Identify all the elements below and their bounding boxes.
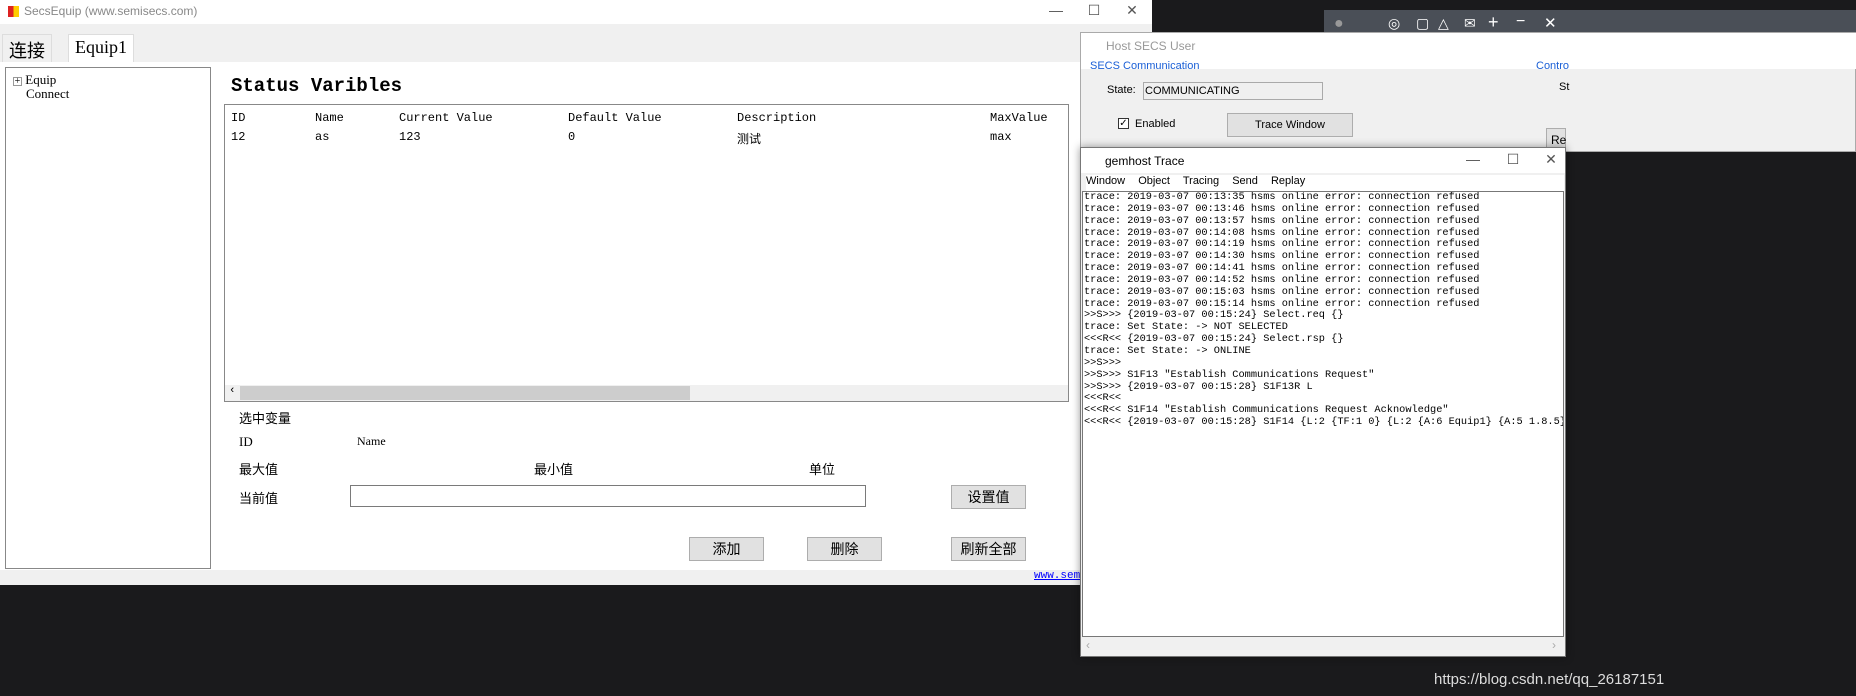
menu-object[interactable]: Object [1138,175,1170,187]
close-button[interactable]: ✕ [1112,2,1152,22]
name-label: Name [357,434,386,448]
trace-line: trace: 2019-03-07 00:13:57 hsms online e… [1084,214,1480,227]
tab-connect[interactable]: 连接 [2,34,52,62]
trace-line: trace: Set State: -> ONLINE [1084,344,1251,357]
delete-button[interactable]: 删除 [807,537,882,561]
scroll-right-icon[interactable]: › [1552,638,1556,652]
unit-label: 单位 [809,462,836,477]
trace-line: >>S>>> S1F13 "Establish Communications R… [1084,368,1375,381]
trace-close-button[interactable]: ✕ [1531,151,1571,171]
min-value-label: 最小值 [534,462,574,477]
refresh-all-button[interactable]: 刷新全部 [951,537,1026,561]
trace-line: trace: 2019-03-07 00:14:52 hsms online e… [1084,273,1480,286]
minimize-button[interactable]: — [1036,2,1076,22]
minimize-icon[interactable]: − [1516,13,1525,31]
menu-replay[interactable]: Replay [1271,175,1305,187]
close-icon[interactable]: ✕ [1544,14,1557,32]
scroll-left-icon[interactable]: ‹ [1086,638,1090,652]
tab-equip1[interactable]: Equip1 [68,34,134,62]
current-value-label: 当前值 [239,491,279,506]
cell-id: 12 [231,130,246,144]
max-value-label: 最大值 [239,462,279,477]
trace-menu-bar: Window Object Tracing Send Replay [1086,175,1564,191]
control-group: Contro [1536,60,1570,72]
current-value-input[interactable] [350,485,866,507]
id-label: ID [239,434,253,449]
secsequip-window: SecsEquip (www.semisecs.com) — ☐ ✕ 连接 Eq… [0,0,1152,585]
trace-window-title: gemhost Trace [1105,154,1185,168]
trace-log[interactable]: trace: 2019-03-07 00:13:35 hsms online e… [1082,191,1564,637]
trace-line: trace: 2019-03-07 00:15:03 hsms online e… [1084,285,1480,298]
cell-name: as [315,130,330,144]
scroll-left-icon[interactable]: ‹ [229,385,236,397]
trace-line: trace: 2019-03-07 00:13:46 hsms online e… [1084,202,1480,215]
trace-horizontal-scrollbar[interactable]: ‹ › [1082,637,1564,655]
page-title: Status Varibles [231,75,403,97]
gemhost-trace-window: gemhost Trace — ☐ ✕ Window Object Tracin… [1080,147,1566,657]
column-header-id[interactable]: ID [231,111,245,125]
trace-line: >>S>>> [1084,356,1122,369]
column-header-name[interactable]: Name [315,111,344,125]
cell-maxvalue: max [990,130,1012,144]
cell-description: 测试 [737,133,762,147]
trace-minimize-button[interactable]: — [1453,151,1493,171]
menu-send[interactable]: Send [1232,175,1258,187]
trace-maximize-button[interactable]: ☐ [1493,151,1533,171]
control-state-label: St [1559,81,1570,93]
add-icon[interactable]: + [1488,12,1499,33]
status-variables-table: ID Name Current Value Default Value Desc… [224,104,1069,402]
cell-default-value: 0 [568,130,576,144]
penguin-icon: ● [1334,15,1344,32]
app-icon [8,6,19,17]
medal-icon[interactable]: ◎ [1388,15,1400,32]
menu-tracing[interactable]: Tracing [1183,175,1219,187]
scrollbar-thumb[interactable] [240,386,690,400]
set-value-button[interactable]: 设置值 [951,485,1026,509]
status-bar: www.semisecs.com [0,570,1152,585]
trace-line: >>S>>> {2019-03-07 00:15:28} S1F13R L [1084,380,1313,393]
trace-line: <<<R<< {2019-03-07 00:15:28} S1F14 {L:2 … [1084,416,1564,429]
host-secs-user-window: Host SECS User SECS Communication Contro… [1080,32,1856,152]
enabled-checkbox[interactable]: ✓ [1118,118,1129,129]
maximize-button[interactable]: ☐ [1074,2,1114,22]
column-header-current-value[interactable]: Current Value [399,111,493,125]
column-header-maxvalue[interactable]: MaxValue [990,111,1048,125]
secs-communication-group: SECS Communication [1090,60,1200,72]
tab-strip: 连接 Equip1 [0,24,1152,62]
selected-variable-heading: 选中变量 [239,411,292,426]
cell-current-value: 123 [399,130,421,144]
column-header-description[interactable]: Description [737,111,816,125]
state-label: State: [1107,84,1136,96]
window-title: SecsEquip (www.semisecs.com) [24,4,198,18]
menu-window[interactable]: Window [1086,175,1125,187]
shirt-icon[interactable]: ▢ [1416,15,1429,32]
trace-window-button[interactable]: Trace Window [1227,113,1353,137]
host-window-title: Host SECS User [1106,39,1196,53]
column-header-default-value[interactable]: Default Value [568,111,662,125]
tent-icon[interactable]: △ [1438,15,1449,32]
tree-item-connect[interactable]: Connect [26,86,69,102]
mail-icon[interactable]: ✉ [1464,15,1476,32]
horizontal-scrollbar[interactable]: ‹ [225,385,1068,401]
tree-view: + Equip Connect [5,67,211,569]
add-button[interactable]: 添加 [689,537,764,561]
watermark: https://blog.csdn.net/qq_26187151 [1434,671,1665,688]
state-field: COMMUNICATING [1143,82,1323,100]
enabled-label: Enabled [1135,118,1176,130]
expand-icon[interactable]: + [13,77,22,87]
